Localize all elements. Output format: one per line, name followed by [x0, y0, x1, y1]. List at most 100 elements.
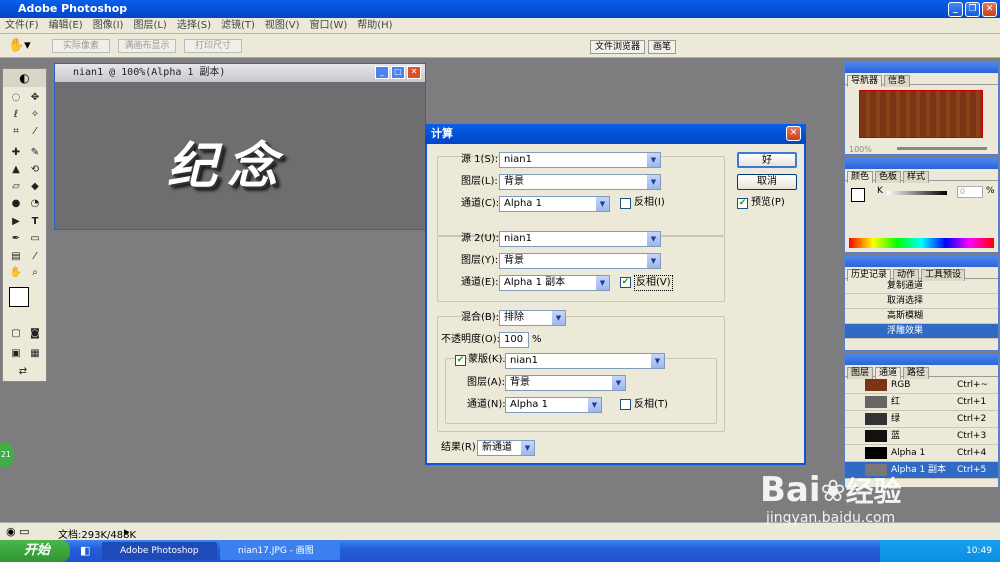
history-item[interactable]: 复制通道 [845, 279, 998, 294]
tab-swatches[interactable]: 色板 [875, 171, 902, 183]
menu-edit[interactable]: 编辑(E) [44, 18, 88, 34]
tab-info[interactable]: 信息 [884, 75, 911, 87]
quick-launch-icon[interactable]: ◧ [80, 544, 90, 557]
mask-layer-select[interactable]: 背景 ▼ [505, 375, 626, 391]
invert1-checkbox[interactable] [620, 198, 631, 209]
menu-window[interactable]: 窗口(W) [305, 18, 353, 34]
menu-image[interactable]: 图像(I) [88, 18, 129, 34]
channel1-select[interactable]: Alpha 1 ▼ [499, 196, 610, 212]
color-fg-swatch[interactable] [851, 188, 865, 202]
menu-filter[interactable]: 滤镜(T) [216, 18, 260, 34]
k-input[interactable]: 0 [957, 186, 983, 198]
standard-mode-icon[interactable]: ▢ [8, 327, 24, 341]
screen-mode-icon[interactable]: ▣ [8, 347, 24, 361]
tab-color[interactable]: 颜色 [847, 171, 874, 183]
channel-row[interactable]: 红 Ctrl+1 [845, 394, 998, 411]
cancel-button[interactable]: 取消 [737, 174, 797, 190]
source2-select[interactable]: nian1 ▼ [499, 231, 661, 247]
crop-tool-icon[interactable]: ⌗ [8, 125, 24, 139]
source1-select[interactable]: nian1 ▼ [499, 152, 661, 168]
actual-pixels-button[interactable]: 实际像素 [52, 39, 110, 53]
type-tool-icon[interactable]: T [27, 215, 43, 229]
mask-select[interactable]: nian1 ▼ [505, 353, 665, 369]
menu-layer[interactable]: 图层(L) [128, 18, 171, 34]
dialog-close-button[interactable]: ✕ [786, 126, 801, 141]
slice-tool-icon[interactable]: ⁄ [27, 125, 43, 139]
preview-label: 预览(P) [751, 197, 785, 208]
jump-to-imageready-icon[interactable]: ⇄ [15, 365, 31, 379]
layer1-select[interactable]: 背景 ▼ [499, 174, 661, 190]
menu-select[interactable]: 选择(S) [172, 18, 216, 34]
task-paint[interactable]: nian17.JPG - 画图 [220, 542, 340, 560]
file-browser-tab[interactable]: 文件浏览器 [590, 40, 646, 54]
zoom-tool-icon[interactable]: ⌕ [27, 266, 43, 280]
doc-minimize-button[interactable]: _ [375, 66, 389, 79]
doc-maximize-button[interactable]: □ [391, 66, 405, 79]
minimize-button[interactable]: _ [948, 2, 963, 17]
path-select-icon[interactable]: ▶ [8, 215, 24, 229]
history-item[interactable]: 高斯模糊 [845, 309, 998, 324]
close-button[interactable]: ✕ [982, 2, 997, 17]
dodge-tool-icon[interactable]: ◔ [27, 197, 43, 211]
history-item-selected[interactable]: 浮雕效果 [845, 324, 998, 339]
brushes-tab[interactable]: 画笔 [648, 40, 677, 54]
restore-button[interactable]: ❐ [965, 2, 980, 17]
marquee-tool-icon[interactable]: ◌ [8, 91, 24, 105]
floating-badge[interactable]: 21 [0, 442, 14, 468]
hand-tool-button-icon[interactable]: ✋ [8, 266, 24, 280]
navigator-zoom-slider[interactable] [897, 147, 987, 150]
hand-tool-icon[interactable]: ✋▾ [8, 38, 31, 53]
navigator-zoom[interactable]: 100% [849, 145, 872, 154]
eyedropper-icon[interactable]: ⁄ [27, 250, 43, 264]
invert2-checkbox[interactable]: ✔ [620, 277, 631, 288]
menu-view[interactable]: 视图(V) [260, 18, 305, 34]
result-select[interactable]: 新通道 ▼ [477, 440, 535, 456]
shape-tool-icon[interactable]: ▭ [27, 232, 43, 246]
tab-navigator[interactable]: 导航器 [847, 75, 883, 87]
color-ramp[interactable] [849, 238, 994, 248]
channel2-select[interactable]: Alpha 1 副本 ▼ [499, 275, 610, 291]
preview-checkbox[interactable]: ✔ [737, 198, 748, 209]
notes-tool-icon[interactable]: ▤ [8, 250, 24, 264]
eraser-tool-icon[interactable]: ▱ [8, 180, 24, 194]
start-button[interactable]: 开始 [0, 540, 70, 562]
channel-row[interactable]: RGB Ctrl+~ [845, 377, 998, 394]
opacity-input[interactable]: 100 [499, 332, 529, 348]
healing-brush-icon[interactable]: ✚ [8, 146, 24, 160]
brush-tool-icon[interactable]: ✎ [27, 146, 43, 160]
tab-styles[interactable]: 样式 [903, 171, 930, 183]
mask-channel-select[interactable]: Alpha 1 ▼ [505, 397, 602, 413]
status-arrow-icon[interactable]: ▸ [124, 525, 130, 538]
menu-file[interactable]: 文件(F) [0, 18, 44, 34]
blur-tool-icon[interactable]: ● [8, 197, 24, 211]
paint-bucket-icon[interactable]: ◆ [27, 180, 43, 194]
layer2-select[interactable]: 背景 ▼ [499, 253, 661, 269]
quick-mask-icon[interactable]: ◙ [27, 327, 43, 341]
channel-row[interactable]: 绿 Ctrl+2 [845, 411, 998, 428]
mask-invert-checkbox[interactable] [620, 399, 631, 410]
menu-help[interactable]: 帮助(H) [352, 18, 397, 34]
mask-layer-value: 背景 [510, 377, 530, 388]
blend-select[interactable]: 排除 ▼ [499, 310, 566, 326]
history-item[interactable]: 取消选择 [845, 294, 998, 309]
doc-close-button[interactable]: ✕ [407, 66, 421, 79]
ok-button[interactable]: 好 [737, 152, 797, 168]
pen-tool-icon[interactable]: ✒ [8, 232, 24, 246]
history-brush-icon[interactable]: ⟲ [27, 163, 43, 177]
chevron-down-icon: ▼ [647, 254, 660, 268]
fullscreen-mode-icon[interactable]: ▦ [27, 347, 43, 361]
channel-name: Alpha 1 [891, 448, 926, 458]
move-tool-icon[interactable]: ✥ [27, 91, 43, 105]
task-photoshop[interactable]: Adobe Photoshop [102, 542, 217, 560]
print-size-button[interactable]: 打印尺寸 [184, 39, 242, 53]
stamp-tool-icon[interactable]: ▲ [8, 163, 24, 177]
navigator-panel: 导航器 信息 100% [844, 61, 999, 155]
channel-row[interactable]: Alpha 1 Ctrl+4 [845, 445, 998, 462]
lasso-tool-icon[interactable]: ℓ [8, 108, 24, 122]
channel-row[interactable]: 蓝 Ctrl+3 [845, 428, 998, 445]
fit-screen-button[interactable]: 满画布显示 [118, 39, 176, 53]
k-slider[interactable] [887, 191, 947, 195]
foreground-color-swatch[interactable] [9, 287, 29, 307]
magic-wand-tool-icon[interactable]: ✧ [27, 108, 43, 122]
mask-checkbox[interactable]: ✔ [455, 355, 466, 366]
